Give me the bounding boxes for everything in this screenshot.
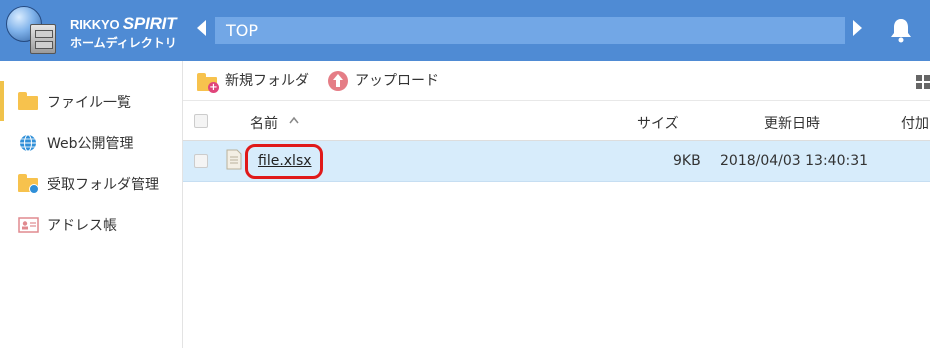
address-card-icon (18, 217, 39, 233)
sidebar-item-web-publish[interactable]: Web公開管理 (0, 122, 182, 162)
column-header-extra[interactable]: 付加 (901, 113, 929, 133)
app-header: RIKKYO SPIRIT ホームディレクトリ TOP (0, 0, 930, 61)
column-header-name[interactable]: 名前 (250, 113, 278, 133)
column-header-modified[interactable]: 更新日時 (764, 113, 820, 133)
table-header: 名前 サイズ 更新日時 付加 (183, 101, 930, 141)
filename-highlight: file.xlsx (245, 144, 323, 179)
logo-title: RIKKYO SPIRIT (70, 14, 177, 33)
sidebar-item-receive-folder[interactable]: 受取フォルダ管理 (0, 163, 182, 203)
breadcrumb[interactable]: TOP (215, 17, 845, 44)
select-all-checkbox[interactable] (194, 114, 208, 128)
sidebar-item-label: アドレス帳 (47, 218, 117, 234)
rikkyo-spirit-logo[interactable]: RIKKYO SPIRIT ホームディレクトリ (4, 4, 184, 58)
table-row[interactable]: file.xlsx 9KB 2018/04/03 13:40:31 (183, 141, 930, 182)
sidebar-item-address-book[interactable]: アドレス帳 (0, 204, 182, 244)
shared-folder-icon (18, 174, 40, 194)
sidebar-item-label: ファイル一覧 (47, 95, 131, 111)
cabinet-logo-icon (30, 24, 56, 54)
new-folder-button[interactable]: + 新規フォルダ (183, 69, 318, 93)
new-folder-icon: + (197, 73, 219, 93)
bell-icon[interactable] (889, 17, 913, 43)
row-checkbox[interactable] (194, 154, 208, 168)
sidebar-item-file-list[interactable]: ファイル一覧 (0, 81, 182, 121)
upload-label: アップロード (355, 73, 439, 89)
sort-ascending-icon[interactable] (289, 116, 299, 124)
toolbar: + 新規フォルダ アップロード (183, 61, 930, 101)
chevron-left-icon[interactable] (197, 20, 206, 36)
upload-icon (328, 71, 348, 91)
document-icon (226, 149, 242, 170)
logo-subtitle: ホームディレクトリ (70, 36, 177, 50)
file-name-link[interactable]: file.xlsx (258, 153, 312, 169)
folder-icon (18, 92, 40, 111)
globe-icon (20, 134, 36, 152)
sidebar-item-label: 受取フォルダ管理 (47, 177, 159, 193)
sidebar-item-label: Web公開管理 (47, 136, 134, 152)
file-size: 9KB (673, 153, 701, 169)
sidebar: ファイル一覧 Web公開管理 受取フォルダ管理 アドレス帳 (0, 61, 183, 348)
file-modified: 2018/04/03 13:40:31 (720, 153, 869, 169)
grid-view-icon[interactable] (916, 75, 930, 89)
new-folder-label: 新規フォルダ (225, 73, 309, 89)
breadcrumb-top[interactable]: TOP (226, 21, 258, 40)
chevron-right-icon[interactable] (853, 20, 862, 36)
column-header-size[interactable]: サイズ (637, 113, 679, 133)
